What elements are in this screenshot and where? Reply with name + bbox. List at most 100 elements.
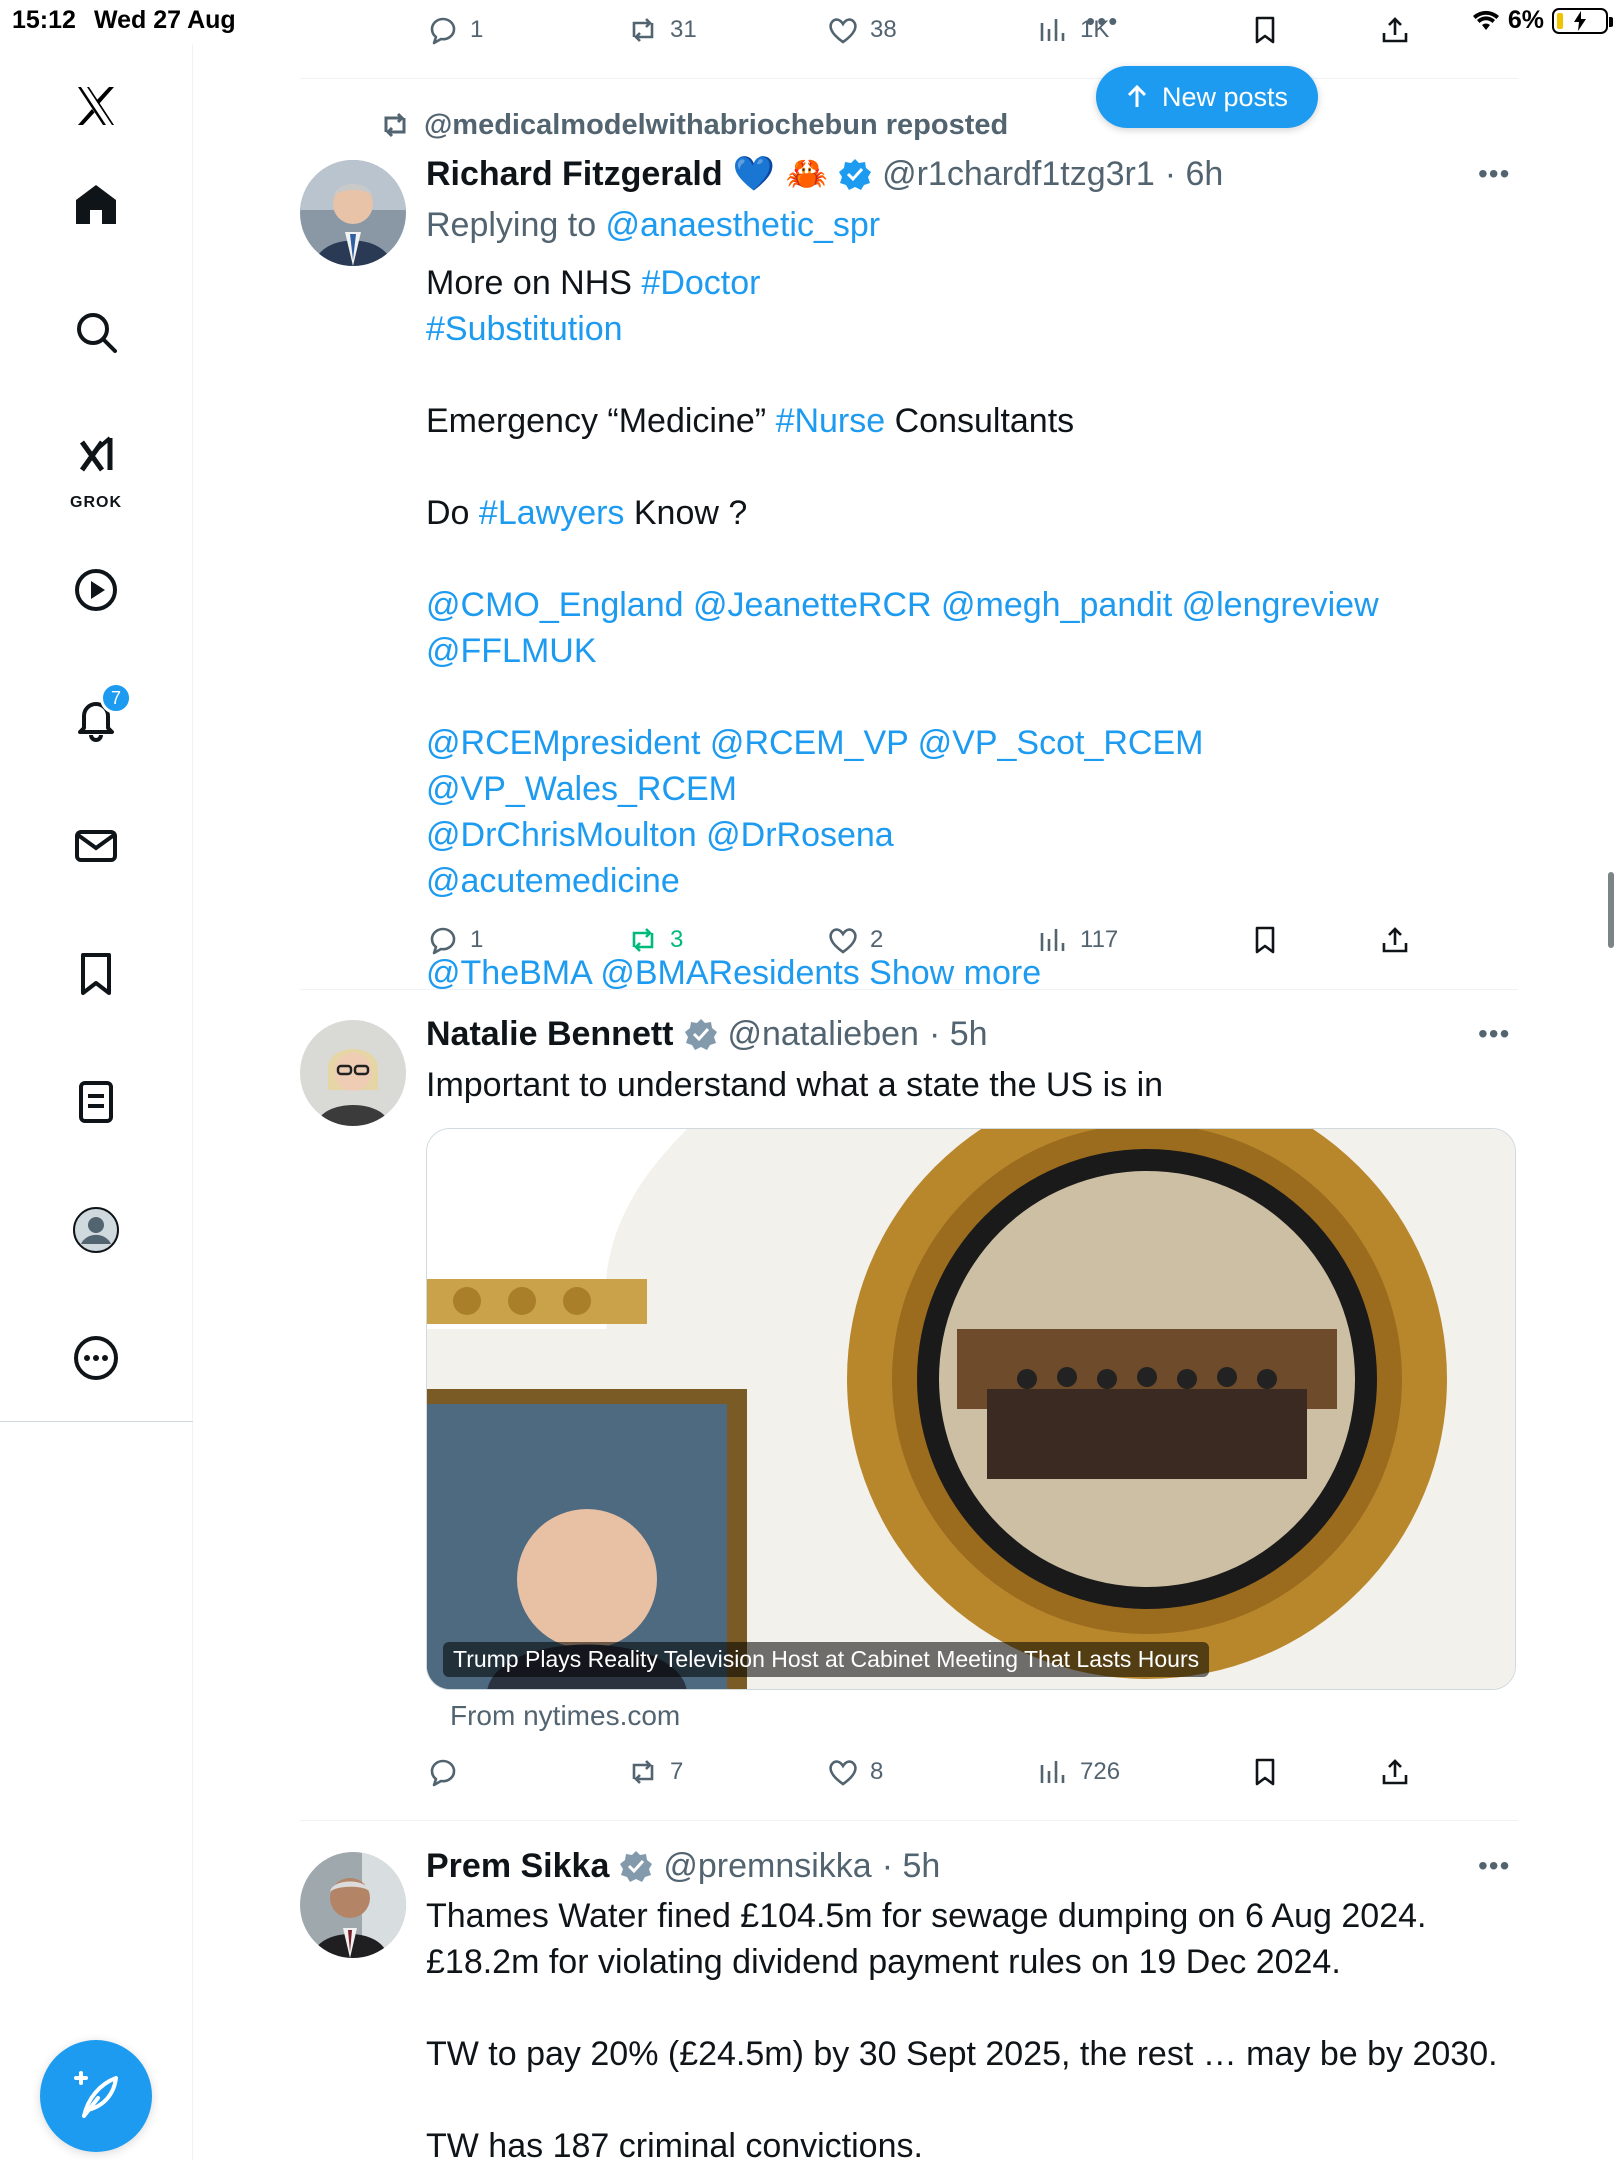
messages-mail-icon[interactable] [58, 808, 134, 884]
post-actions: 1 3 2 117 [426, 910, 1426, 970]
replying-to: Replying to @anaesthetic_spr [426, 206, 881, 244]
grok-icon[interactable]: GROK [58, 418, 134, 514]
grok-label: GROK [70, 494, 122, 511]
repost-button[interactable]: 31 [626, 0, 697, 60]
share-button[interactable] [1378, 910, 1412, 970]
post-divider [300, 1820, 1518, 1821]
post-divider [300, 989, 1518, 990]
compose-feather-icon [74, 2071, 118, 2118]
post-more-button[interactable]: ••• [1478, 1850, 1510, 1882]
hashtag-link[interactable]: #Substitution [426, 310, 623, 348]
like-button[interactable]: 2 [826, 910, 883, 970]
status-right: 6% [1472, 6, 1613, 35]
link-card-image[interactable]: Trump Plays Reality Television Host at C… [426, 1128, 1516, 1690]
notifications-badge: 7 [100, 682, 132, 714]
author-handle[interactable]: @natalieben [728, 1015, 919, 1054]
like-button[interactable]: 38 [826, 0, 897, 60]
mentions-line[interactable]: @RCEMpresident @RCEM_VP @VP_Scot_RCEM @V… [426, 720, 1516, 812]
compose-post-button[interactable] [40, 2040, 152, 2152]
video-play-icon[interactable] [58, 552, 134, 628]
lists-icon[interactable] [58, 1064, 134, 1140]
notifications-bell-icon[interactable]: 7 [58, 680, 134, 756]
mentions-line[interactable]: @DrChrisMoulton @DrRosena [426, 812, 1516, 858]
search-icon[interactable] [58, 294, 134, 370]
hashtag-link[interactable]: #Lawyers [479, 494, 625, 532]
card-caption: Trump Plays Reality Television Host at C… [443, 1642, 1210, 1677]
share-button[interactable] [1378, 0, 1412, 60]
bookmark-icon [1255, 1758, 1275, 1786]
bookmark-button[interactable] [1248, 0, 1282, 60]
post-header: Richard Fitzgerald 💙 🦀 @r1chardf1tzg3r1 … [426, 150, 1223, 198]
avatar[interactable] [300, 160, 406, 266]
share-icon [1382, 1759, 1408, 1785]
share-icon [1382, 17, 1408, 43]
x-logo-icon[interactable] [58, 68, 134, 144]
heart-icon [829, 18, 857, 44]
new-posts-button[interactable]: New posts [1096, 66, 1318, 128]
new-posts-label: New posts [1161, 81, 1289, 112]
arrow-up-icon [1127, 85, 1147, 107]
battery-percent: 6% [1507, 6, 1544, 34]
home-icon[interactable] [58, 166, 134, 242]
page-indicator-dots: ••• [1086, 6, 1120, 36]
verified-badge-grey-icon [620, 1851, 653, 1882]
author-handle[interactable]: @premnsikka [663, 1847, 871, 1886]
post-header: Prem Sikka @premnsikka · 5h [426, 1842, 940, 1890]
author-handle[interactable]: @r1chardf1tzg3r1 [882, 155, 1155, 194]
bookmarks-icon[interactable] [58, 936, 134, 1012]
hashtag-link[interactable]: #Nurse [776, 402, 886, 440]
post-actions: 7 8 726 [426, 1742, 1426, 1802]
bookmark-icon [1255, 16, 1275, 44]
views-button[interactable]: 726 [1036, 1742, 1120, 1802]
reply-button[interactable]: 1 [426, 910, 483, 970]
repost-icon [632, 928, 654, 952]
mentions-line[interactable]: @CMO_England @JeanetteRCR @megh_pandit @… [426, 582, 1516, 674]
share-icon [1382, 927, 1408, 953]
profile-avatar-icon[interactable] [58, 1192, 134, 1268]
share-button[interactable] [1378, 1742, 1412, 1802]
heart-icon [829, 1760, 857, 1786]
post-text: More on NHS #Doctor #Substitution Emerge… [426, 260, 1516, 996]
author-name[interactable]: Richard Fitzgerald [426, 155, 723, 194]
views-chart-icon [1040, 929, 1065, 951]
card-source[interactable]: From nytimes.com [450, 1700, 680, 1732]
author-name[interactable]: Natalie Bennett [426, 1015, 674, 1054]
bookmark-button[interactable] [1248, 910, 1282, 970]
repost-button[interactable]: 3 [626, 910, 683, 970]
status-time: 15:12 [12, 6, 76, 34]
post-text: Important to understand what a state the… [426, 1066, 1164, 1104]
reposted-indicator: @medicalmodelwithabriochebun reposted [378, 108, 1008, 142]
post-time[interactable]: · 5h [929, 1015, 988, 1054]
replying-to-handle[interactable]: @anaesthetic_spr [606, 206, 881, 244]
mentions-line[interactable]: @acutemedicine [426, 858, 1516, 904]
post-header: Natalie Bennett @natalieben · 5h [426, 1010, 988, 1058]
scrollbar-thumb[interactable] [1608, 872, 1614, 948]
heart-icon [829, 928, 857, 954]
reply-icon [430, 17, 456, 45]
author-name[interactable]: Prem Sikka [426, 1847, 609, 1886]
reply-button[interactable]: 1 [426, 0, 483, 60]
post-more-button[interactable]: ••• [1478, 1018, 1510, 1050]
like-button[interactable]: 8 [826, 1742, 883, 1802]
battery-icon [1552, 7, 1613, 34]
avatar[interactable] [300, 1852, 406, 1958]
verified-badge-icon [839, 159, 872, 190]
reply-button[interactable] [426, 1742, 470, 1802]
hashtag-link[interactable]: #Doctor [641, 264, 760, 302]
post-more-button[interactable]: ••• [1478, 158, 1510, 190]
repost-small-icon [384, 112, 406, 138]
sidebar: GROK 7 [0, 44, 193, 2160]
reply-icon [430, 927, 456, 955]
post-time[interactable]: · 5h [882, 1847, 941, 1886]
reposted-by-text[interactable]: @medicalmodelwithabriochebun reposted [424, 109, 1008, 142]
author-emoji: 💙 🦀 [732, 154, 829, 194]
repost-icon [632, 18, 654, 42]
reply-icon [430, 1759, 456, 1787]
more-options-icon[interactable] [58, 1320, 134, 1396]
bookmark-button[interactable] [1248, 1742, 1282, 1802]
views-button[interactable]: 117 [1036, 910, 1118, 970]
repost-button[interactable]: 7 [626, 1742, 683, 1802]
post-time[interactable]: · 6h [1165, 155, 1224, 194]
avatar[interactable] [300, 1020, 406, 1126]
verified-badge-grey-icon [684, 1019, 717, 1050]
